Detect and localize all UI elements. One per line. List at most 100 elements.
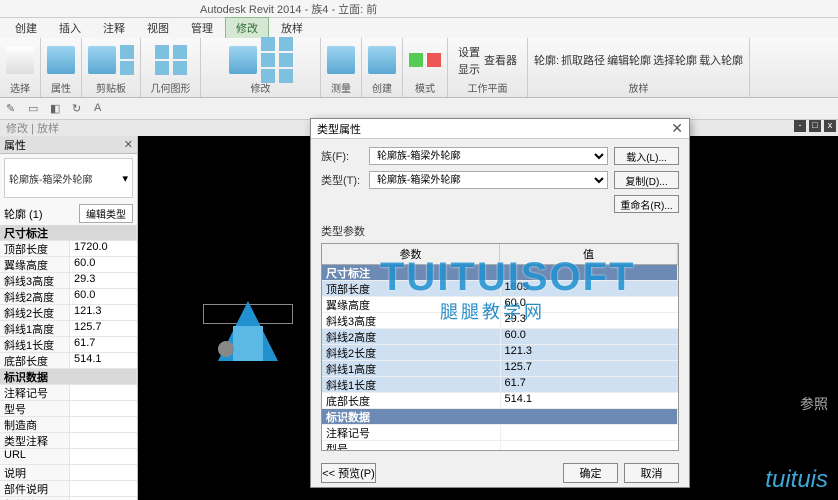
close-icon[interactable]: x	[824, 120, 836, 132]
param-row[interactable]: 注释记号	[322, 425, 678, 441]
param-row[interactable]: 斜线2长度121.3	[322, 345, 678, 361]
split-icon[interactable]	[279, 53, 293, 67]
close-icon[interactable]: ✕	[124, 138, 133, 151]
join2-icon[interactable]	[173, 61, 187, 75]
show-plane-btn[interactable]: 显示	[458, 61, 480, 77]
param-group[interactable]: 尺寸标注	[322, 265, 678, 281]
join-icon[interactable]	[173, 45, 187, 59]
tab-manage[interactable]: 管理	[181, 18, 223, 38]
select-profile-btn[interactable]: 选择轮廓	[653, 52, 697, 68]
prop-row[interactable]: 说明	[0, 465, 137, 481]
prop-row[interactable]: 翼缘高度60.0	[0, 257, 137, 273]
prop-row[interactable]: 斜线2长度121.3	[0, 305, 137, 321]
cancel-button[interactable]: 取消	[624, 463, 679, 483]
family-label: 族(F):	[321, 148, 363, 164]
properties-icon[interactable]	[47, 46, 75, 74]
set-plane-btn[interactable]: 设置	[458, 44, 480, 60]
prop-row[interactable]: 制造商	[0, 417, 137, 433]
qat-icon[interactable]: ✎	[6, 102, 20, 116]
edit-type-button[interactable]: 编辑类型	[79, 204, 133, 223]
duplicate-button[interactable]: 复制(D)...	[614, 171, 679, 189]
prop-row[interactable]: 注释记号	[0, 385, 137, 401]
minimize-icon[interactable]: -	[794, 120, 806, 132]
cope-icon[interactable]	[155, 45, 169, 59]
ribbon-group-properties: 属性	[41, 38, 82, 97]
properties-table: 尺寸标注顶部长度1720.0翼缘高度60.0斜线3高度29.3斜线2高度60.0…	[0, 225, 137, 500]
viewer-btn[interactable]: 查看器	[484, 52, 517, 68]
cursor-icon[interactable]	[6, 46, 34, 74]
align-icon[interactable]	[261, 37, 275, 51]
prop-row[interactable]: URL	[0, 449, 137, 465]
param-row[interactable]: 斜线2高度60.0	[322, 329, 678, 345]
param-row[interactable]: 型号	[322, 441, 678, 451]
prop-row[interactable]: 顶部长度1720.0	[0, 241, 137, 257]
qat-icon[interactable]: A	[94, 102, 108, 116]
cancel-icon[interactable]	[427, 53, 441, 67]
ok-button[interactable]: 确定	[563, 463, 618, 483]
type-selector-label: 轮廓族-箱梁外轮廓	[9, 171, 92, 186]
prop-row[interactable]: 型号	[0, 401, 137, 417]
load-profile-btn[interactable]: 载入轮廓	[699, 52, 743, 68]
param-row[interactable]: 顶部长度1605	[322, 281, 678, 297]
rename-button[interactable]: 重命名(R)...	[614, 195, 679, 213]
param-row[interactable]: 底部长度514.1	[322, 393, 678, 409]
tab-annotate[interactable]: 注释	[93, 18, 135, 38]
restore-icon[interactable]: □	[809, 120, 821, 132]
prop-row[interactable]: 斜线2高度60.0	[0, 289, 137, 305]
param-group[interactable]: 标识数据	[322, 409, 678, 425]
qat-icon[interactable]: ▭	[28, 102, 42, 116]
ribbon-group-mode: 模式	[403, 38, 448, 97]
properties-header: 属性 ✕	[0, 136, 137, 154]
close-icon[interactable]: ✕	[671, 120, 683, 137]
type-selector[interactable]: 轮廓族-箱梁外轮廓 ▾	[4, 158, 133, 198]
dialog-footer: << 预览(P) 确定 取消	[311, 459, 689, 487]
ribbon-group-create: 创建	[362, 38, 403, 97]
prop-row[interactable]: 部件说明	[0, 481, 137, 497]
prop-group[interactable]: 尺寸标注	[0, 225, 137, 241]
family-select[interactable]: 轮廓族-箱梁外轮廓	[369, 147, 608, 165]
param-row[interactable]: 翼缘高度60.0	[322, 297, 678, 313]
filter-label[interactable]: 轮廓 (1)	[4, 206, 43, 222]
param-row[interactable]: 斜线3高度29.3	[322, 313, 678, 329]
param-row[interactable]: 斜线1高度125.7	[322, 361, 678, 377]
type-properties-dialog: 类型属性 ✕ 族(F): 轮廓族-箱梁外轮廓 载入(L)... 类型(T): 轮…	[310, 118, 690, 488]
col-value: 值	[500, 244, 678, 264]
param-row[interactable]: 斜线1长度61.7	[322, 377, 678, 393]
prop-group[interactable]: 标识数据	[0, 369, 137, 385]
reference-label: 参照	[800, 394, 828, 414]
prop-row[interactable]: 类型注释	[0, 433, 137, 449]
prop-row[interactable]: 斜线1长度61.7	[0, 337, 137, 353]
qat-icon[interactable]: ↻	[72, 102, 86, 116]
trim-icon[interactable]	[279, 37, 293, 51]
copy-icon[interactable]	[120, 61, 134, 75]
prop-row[interactable]: 斜线3高度29.3	[0, 273, 137, 289]
tab-insert[interactable]: 插入	[49, 18, 91, 38]
prop-row[interactable]: 底部长度514.1	[0, 353, 137, 369]
tab-modify[interactable]: 修改	[225, 17, 269, 38]
instance-filter: 轮廓 (1) 编辑类型	[0, 202, 137, 225]
cut2-icon[interactable]	[155, 61, 169, 75]
tab-create[interactable]: 创建	[5, 18, 47, 38]
params-grid-body[interactable]: 尺寸标注顶部长度1605翼缘高度60.0斜线3高度29.3斜线2高度60.0斜线…	[322, 265, 678, 451]
tab-sweep[interactable]: 放样	[271, 18, 313, 38]
prop-row[interactable]: 斜线1高度125.7	[0, 321, 137, 337]
profile-label: 轮廓:	[534, 52, 559, 68]
finish-icon[interactable]	[409, 53, 423, 67]
params-grid: 参数 值 尺寸标注顶部长度1605翼缘高度60.0斜线3高度29.3斜线2高度6…	[321, 243, 679, 451]
offset-icon[interactable]	[261, 53, 275, 67]
create-icon[interactable]	[368, 46, 396, 74]
cut-icon[interactable]	[120, 45, 134, 59]
ribbon: 选择 属性 剪贴板 几何图形 修改 测量 创建 模式	[0, 38, 838, 98]
type-select[interactable]: 轮廓族-箱梁外轮廓	[369, 171, 608, 189]
qat-icon[interactable]: ◧	[50, 102, 64, 116]
measure-icon[interactable]	[327, 46, 355, 74]
load-button[interactable]: 载入(L)...	[614, 147, 679, 165]
edit-profile-btn[interactable]: 编辑轮廓	[607, 52, 651, 68]
tab-view[interactable]: 视图	[137, 18, 179, 38]
move-icon[interactable]	[229, 46, 257, 74]
draw-path-btn[interactable]: 抓取路径	[561, 52, 605, 68]
properties-title: 属性	[4, 137, 26, 153]
col-param: 参数	[322, 244, 500, 264]
preview-button[interactable]: << 预览(P)	[321, 463, 376, 483]
paste-icon[interactable]	[88, 46, 116, 74]
